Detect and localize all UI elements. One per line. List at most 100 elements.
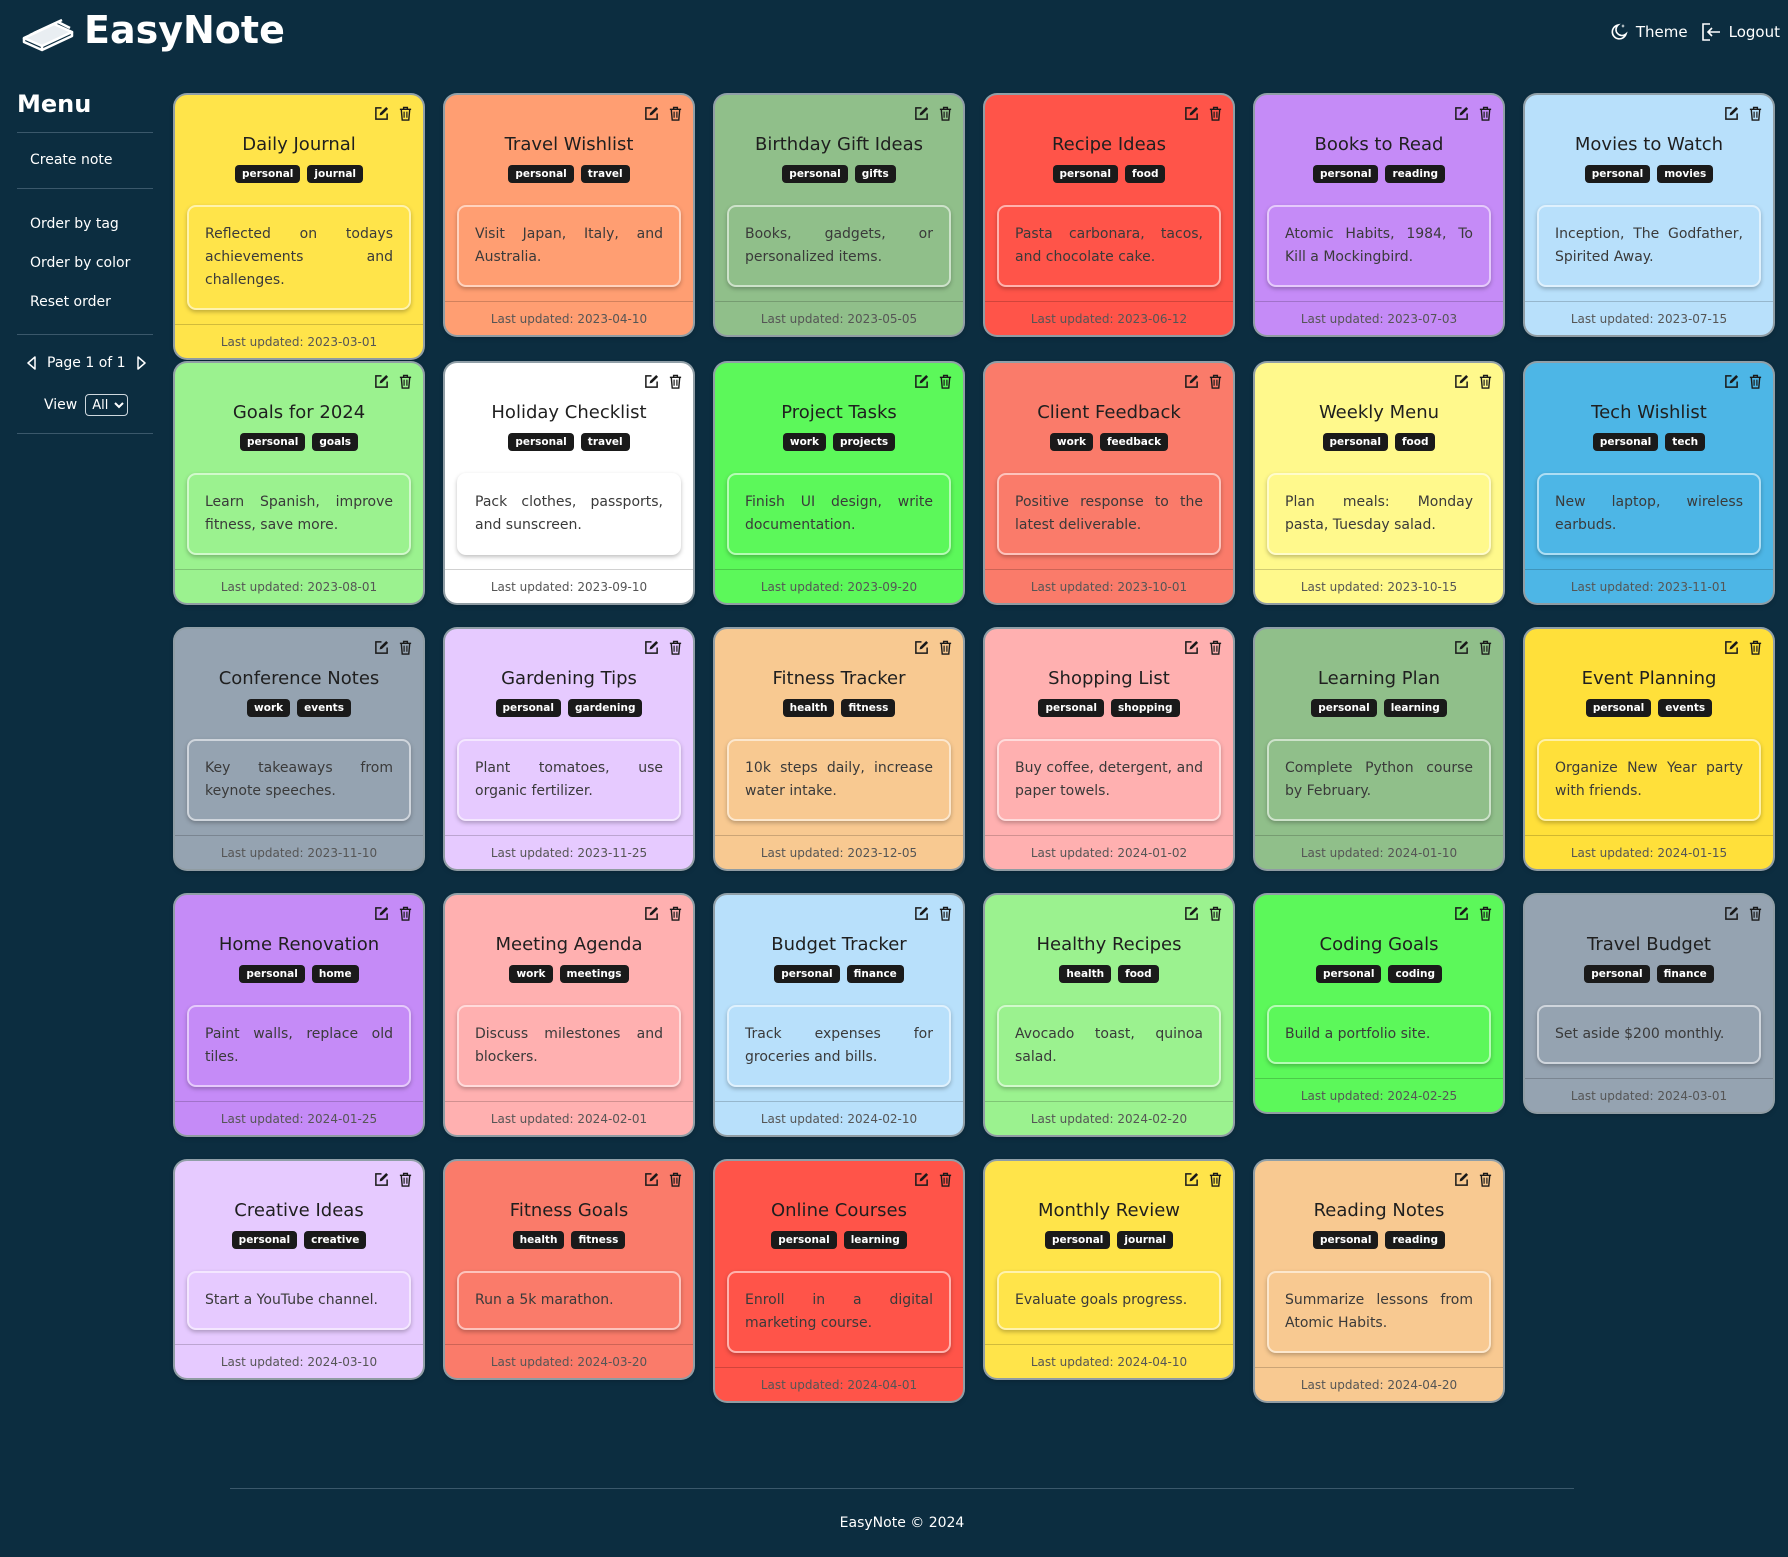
note-card[interactable]: Coding Goals personal coding Build a port… bbox=[1255, 895, 1503, 1112]
tag-badge: fitness bbox=[841, 699, 896, 717]
edit-icon[interactable] bbox=[644, 640, 659, 655]
view-select[interactable]: All bbox=[85, 394, 129, 416]
edit-icon[interactable] bbox=[374, 640, 389, 655]
note-card[interactable]: Travel Wishlist personal travel Visit Jap… bbox=[445, 95, 693, 335]
trash-icon[interactable] bbox=[1748, 106, 1763, 121]
edit-icon[interactable] bbox=[1454, 1172, 1469, 1187]
note-card[interactable]: Goals for 2024 personal goals Learn Spani… bbox=[175, 363, 423, 603]
trash-icon[interactable] bbox=[398, 374, 413, 389]
trash-icon[interactable] bbox=[938, 906, 953, 921]
edit-icon[interactable] bbox=[1724, 640, 1739, 655]
note-card[interactable]: Movies to Watch personal movies Inception… bbox=[1525, 95, 1773, 335]
trash-icon[interactable] bbox=[398, 906, 413, 921]
note-card[interactable]: Daily Journal personal journal Reflected … bbox=[175, 95, 423, 358]
note-card[interactable]: Budget Tracker personal finance Track exp… bbox=[715, 895, 963, 1135]
reset-order-button[interactable]: Reset order bbox=[17, 283, 153, 322]
edit-icon[interactable] bbox=[1454, 106, 1469, 121]
trash-icon[interactable] bbox=[1208, 1172, 1223, 1187]
note-card[interactable]: Online Courses personal learning Enroll i… bbox=[715, 1161, 963, 1401]
note-card[interactable]: Conference Notes work events Key takeaway… bbox=[175, 629, 423, 869]
note-card[interactable]: Learning Plan personal learning Complete … bbox=[1255, 629, 1503, 869]
trash-icon[interactable] bbox=[668, 374, 683, 389]
logout-button[interactable]: Logout bbox=[1700, 22, 1780, 42]
edit-icon[interactable] bbox=[374, 374, 389, 389]
edit-icon[interactable] bbox=[914, 906, 929, 921]
note-card[interactable]: Project Tasks work projects Finish UI des… bbox=[715, 363, 963, 603]
note-card[interactable]: Healthy Recipes health food Avocado toast… bbox=[985, 895, 1233, 1135]
note-card[interactable]: Event Planning personal events Organize N… bbox=[1525, 629, 1773, 869]
trash-icon[interactable] bbox=[668, 906, 683, 921]
edit-icon[interactable] bbox=[1724, 374, 1739, 389]
note-card[interactable]: Creative Ideas personal creative Start a … bbox=[175, 1161, 423, 1378]
trash-icon[interactable] bbox=[668, 1172, 683, 1187]
trash-icon[interactable] bbox=[1208, 640, 1223, 655]
next-page-icon[interactable] bbox=[134, 356, 148, 370]
note-card[interactable]: Holiday Checklist personal travel Pack cl… bbox=[445, 363, 693, 603]
edit-icon[interactable] bbox=[914, 374, 929, 389]
edit-icon[interactable] bbox=[1724, 906, 1739, 921]
edit-icon[interactable] bbox=[1454, 640, 1469, 655]
note-card[interactable]: Weekly Menu personal food Plan meals: Mon… bbox=[1255, 363, 1503, 603]
edit-icon[interactable] bbox=[644, 106, 659, 121]
edit-icon[interactable] bbox=[1184, 1172, 1199, 1187]
trash-icon[interactable] bbox=[398, 106, 413, 121]
edit-icon[interactable] bbox=[374, 106, 389, 121]
trash-icon[interactable] bbox=[1478, 640, 1493, 655]
card-actions bbox=[1184, 640, 1223, 655]
trash-icon[interactable] bbox=[1478, 906, 1493, 921]
edit-icon[interactable] bbox=[1184, 106, 1199, 121]
trash-icon[interactable] bbox=[1478, 106, 1493, 121]
note-card[interactable]: Fitness Tracker health fitness 10k steps … bbox=[715, 629, 963, 869]
edit-icon[interactable] bbox=[644, 906, 659, 921]
edit-icon[interactable] bbox=[644, 1172, 659, 1187]
note-card[interactable]: Meeting Agenda work meetings Discuss mile… bbox=[445, 895, 693, 1135]
edit-icon[interactable] bbox=[1454, 906, 1469, 921]
note-card[interactable]: Books to Read personal reading Atomic Hab… bbox=[1255, 95, 1503, 335]
edit-icon[interactable] bbox=[1184, 640, 1199, 655]
trash-icon[interactable] bbox=[1478, 374, 1493, 389]
note-card[interactable]: Client Feedback work feedback Positive re… bbox=[985, 363, 1233, 603]
note-card[interactable]: Travel Budget personal finance Set aside … bbox=[1525, 895, 1773, 1112]
trash-icon[interactable] bbox=[1748, 374, 1763, 389]
trash-icon[interactable] bbox=[938, 640, 953, 655]
trash-icon[interactable] bbox=[1208, 906, 1223, 921]
edit-icon[interactable] bbox=[374, 906, 389, 921]
brand[interactable]: EasyNote bbox=[20, 8, 285, 52]
trash-icon[interactable] bbox=[1208, 106, 1223, 121]
trash-icon[interactable] bbox=[398, 640, 413, 655]
trash-icon[interactable] bbox=[1748, 640, 1763, 655]
edit-icon[interactable] bbox=[1184, 906, 1199, 921]
note-card[interactable]: Birthday Gift Ideas personal gifts Books,… bbox=[715, 95, 963, 335]
trash-icon[interactable] bbox=[1748, 906, 1763, 921]
edit-icon[interactable] bbox=[914, 640, 929, 655]
order-by-tag-button[interactable]: Order by tag bbox=[17, 205, 153, 244]
note-card[interactable]: Fitness Goals health fitness Run a 5k mar… bbox=[445, 1161, 693, 1378]
note-card[interactable]: Reading Notes personal reading Summarize … bbox=[1255, 1161, 1503, 1401]
note-tags: health fitness bbox=[445, 1231, 693, 1251]
edit-icon[interactable] bbox=[1184, 374, 1199, 389]
note-card[interactable]: Monthly Review personal journal Evaluate … bbox=[985, 1161, 1233, 1378]
trash-icon[interactable] bbox=[1208, 374, 1223, 389]
note-card[interactable]: Gardening Tips personal gardening Plant t… bbox=[445, 629, 693, 869]
prev-page-icon[interactable] bbox=[25, 356, 39, 370]
trash-icon[interactable] bbox=[1478, 1172, 1493, 1187]
trash-icon[interactable] bbox=[938, 374, 953, 389]
edit-icon[interactable] bbox=[644, 374, 659, 389]
trash-icon[interactable] bbox=[398, 1172, 413, 1187]
trash-icon[interactable] bbox=[938, 1172, 953, 1187]
note-card[interactable]: Shopping List personal shopping Buy coffe… bbox=[985, 629, 1233, 869]
order-by-color-button[interactable]: Order by color bbox=[17, 244, 153, 283]
create-note-button[interactable]: Create note bbox=[17, 133, 153, 188]
note-card[interactable]: Home Renovation personal home Paint walls… bbox=[175, 895, 423, 1135]
note-card[interactable]: Recipe Ideas personal food Pasta carbonar… bbox=[985, 95, 1233, 335]
trash-icon[interactable] bbox=[668, 106, 683, 121]
edit-icon[interactable] bbox=[374, 1172, 389, 1187]
theme-button[interactable]: Theme bbox=[1609, 22, 1688, 42]
note-card[interactable]: Tech Wishlist personal tech New laptop, w… bbox=[1525, 363, 1773, 603]
edit-icon[interactable] bbox=[914, 1172, 929, 1187]
edit-icon[interactable] bbox=[1454, 374, 1469, 389]
edit-icon[interactable] bbox=[1724, 106, 1739, 121]
trash-icon[interactable] bbox=[938, 106, 953, 121]
trash-icon[interactable] bbox=[668, 640, 683, 655]
edit-icon[interactable] bbox=[914, 106, 929, 121]
